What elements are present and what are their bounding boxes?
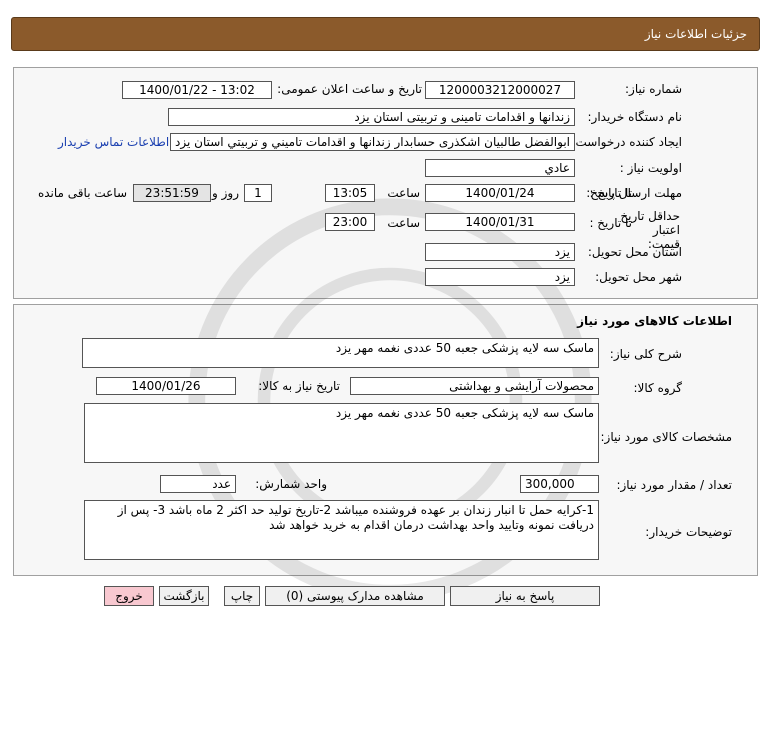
unit-label: واحد شمارش: (255, 477, 327, 491)
buyer-notes-field: 1-کرایه حمل تا انبار زندان بر عهده فروشن… (84, 500, 599, 560)
validity-time-field: 23:00 (325, 213, 375, 231)
province-field: یزد (425, 243, 575, 261)
need-date-field: 1400/01/26 (96, 377, 236, 395)
exit-button[interactable]: خروج (104, 586, 154, 606)
announce-datetime-field: 1400/01/22 - 13:02 (122, 81, 272, 99)
reply-button[interactable]: پاسخ به نیاز (450, 586, 600, 606)
announce-label: تاریخ و ساعت اعلان عمومی: (277, 82, 422, 96)
priority-field: عادي (425, 159, 575, 177)
specs-field: ماسک سه لایه پزشکی جعبه 50 عددی نغمه مهر… (84, 403, 599, 463)
days-label: روز و (212, 186, 239, 200)
back-button[interactable]: بازگشت (159, 586, 209, 606)
remaining-label: ساعت باقی مانده (37, 186, 127, 200)
goods-group-label: گروه کالا: (633, 381, 683, 395)
page-header: جزئیات اطلاعات نیاز (11, 17, 760, 51)
specs-label: مشخصات کالای مورد نیاز: (600, 430, 732, 444)
creator-label: ایجاد کننده درخواست: (571, 135, 682, 149)
deadline-to-date-label: تا تاریخ : (589, 186, 632, 200)
need-number-label: شماره نیاز: (625, 82, 682, 96)
province-label: استان محل تحویل: (587, 245, 682, 259)
buyer-org-label: نام دستگاه خریدار: (587, 110, 683, 124)
city-label: شهر محل تحویل: (595, 270, 682, 284)
buyer-org-field: زندانها و اقدامات تامینی و تربیتی استان … (168, 108, 575, 126)
quantity-field: 300,000 (520, 475, 599, 493)
deadline-time-label: ساعت (387, 186, 420, 200)
validity-to-date-label: تا تاریخ : (589, 216, 632, 230)
validity-date-field: 1400/01/31 (425, 213, 575, 231)
need-info-panel (13, 67, 758, 299)
goods-group-field: محصولات آرایشی و بهداشتی (350, 377, 599, 395)
buyer-notes-label: توضیحات خریدار: (645, 525, 732, 539)
print-button[interactable]: چاپ (224, 586, 260, 606)
deadline-date-field: 1400/01/24 (425, 184, 575, 202)
need-number-field: 1200003212000027 (425, 81, 575, 99)
deadline-time-field: 13:05 (325, 184, 375, 202)
page-title: جزئیات اطلاعات نیاز (644, 27, 747, 41)
view-attachments-button[interactable]: مشاهده مدارک پیوستی (0) (265, 586, 445, 606)
days-remaining-field: 1 (244, 184, 272, 202)
creator-field: ابوالفضل طالبیان اشکذری حسابدار زندانها … (170, 133, 575, 151)
general-desc-field: ماسک سه لایه پزشکی جعبه 50 عددی نغمه مهر… (82, 338, 599, 368)
remaining-time-field: 23:51:59 (133, 184, 211, 202)
priority-label: اولویت نیاز : (619, 161, 682, 175)
buyer-contact-link[interactable]: اطلاعات تماس خریدار (58, 135, 169, 149)
general-desc-label: شرح کلی نیاز: (609, 347, 682, 361)
unit-field: عدد (160, 475, 236, 493)
quantity-label: تعداد / مقدار مورد نیاز: (616, 478, 732, 492)
city-field: یزد (425, 268, 575, 286)
need-date-label: تاریخ نیاز به کالا: (258, 379, 340, 393)
goods-section-title: اطلاعات کالاهای مورد نیاز (577, 314, 732, 328)
validity-time-label: ساعت (387, 216, 420, 230)
